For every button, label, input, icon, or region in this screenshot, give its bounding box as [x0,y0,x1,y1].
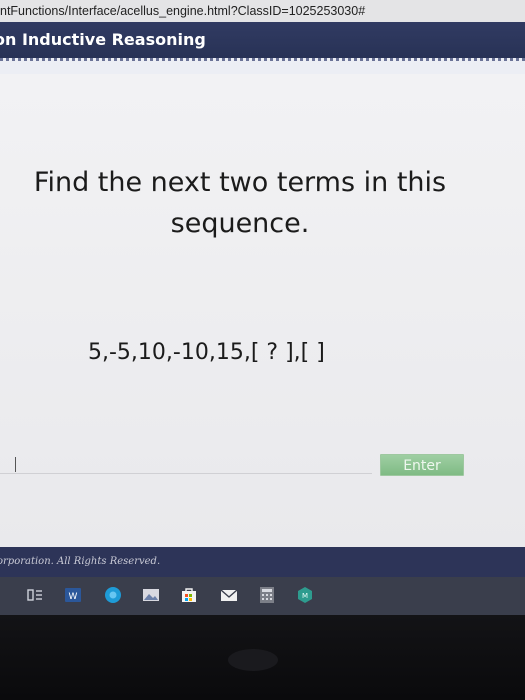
app-icon[interactable]: M [296,586,314,604]
lesson-title: on Inductive Reasoning [0,30,206,49]
svg-text:W: W [69,592,78,602]
photos-icon[interactable] [142,586,160,604]
task-view-icon[interactable] [26,586,44,604]
svg-text:M: M [302,592,308,600]
header-divider [0,58,525,74]
address-bar[interactable]: ntFunctions/Interface/acellus_engine.htm… [0,0,525,22]
browser-icon[interactable] [104,586,122,604]
enter-button[interactable]: Enter [380,454,464,476]
webcam-reflection [228,649,278,671]
sequence-text: 5,-5,10,-10,15,[ ? ],[ ] [88,340,325,365]
text-cursor [15,457,16,472]
url-text: ntFunctions/Interface/acellus_engine.htm… [0,4,366,18]
copyright-footer: orporation. All Rights Reserved. [0,547,525,577]
word-icon[interactable]: W [64,586,82,604]
mail-icon[interactable] [220,586,238,604]
question-panel: Find the next two terms in this sequence… [0,74,525,547]
answer-input[interactable] [0,455,372,474]
calculator-icon[interactable] [258,586,276,604]
store-icon[interactable] [180,586,198,604]
question-prompt: Find the next two terms in this sequence… [33,167,447,239]
windows-taskbar: W M [0,577,525,615]
lesson-header: on Inductive Reasoning [0,22,525,58]
copyright-text: orporation. All Rights Reserved. [0,556,161,567]
laptop-bezel [0,615,525,700]
